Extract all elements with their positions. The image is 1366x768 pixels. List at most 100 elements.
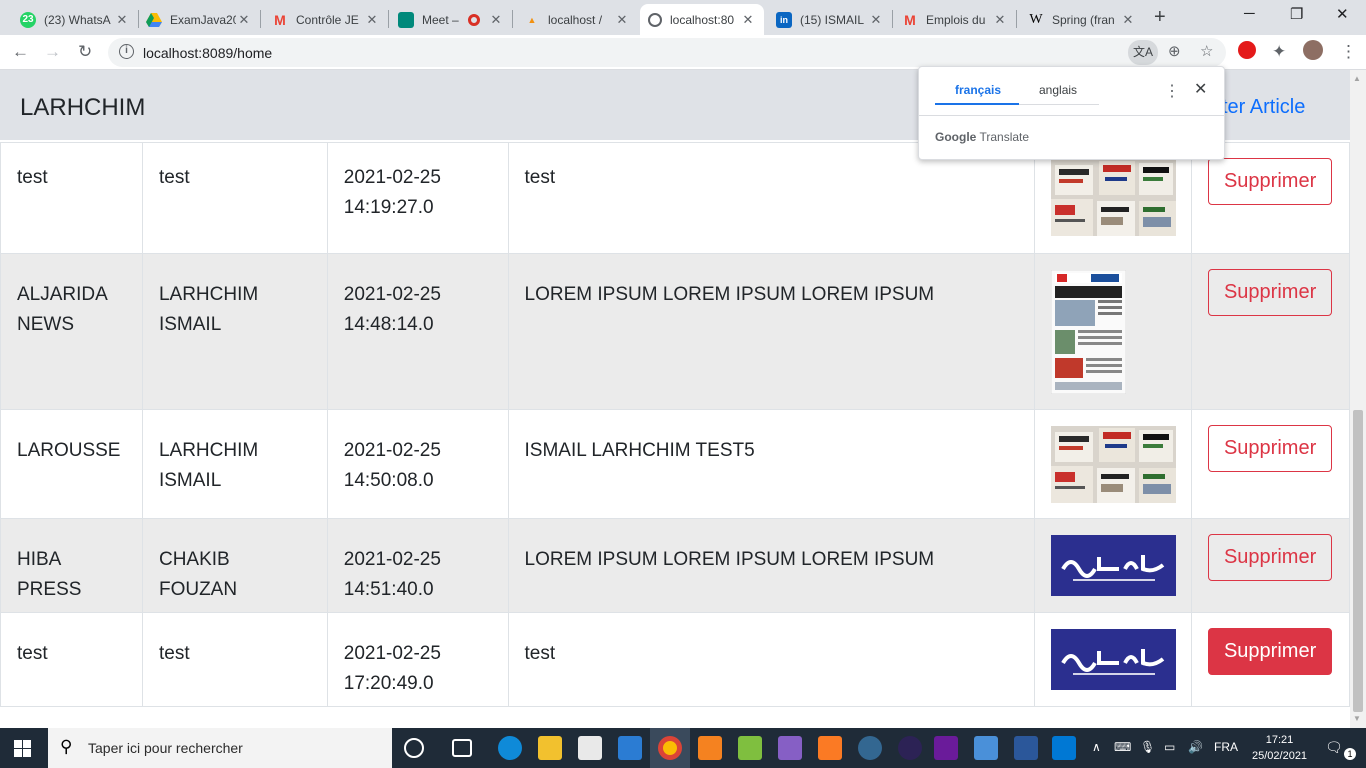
xampp-icon[interactable] (818, 736, 842, 760)
clock[interactable]: 17:21 25/02/2021 (1252, 732, 1307, 764)
reload-icon[interactable]: ↻ (78, 42, 92, 62)
action-cell: Supprimer (1190, 253, 1350, 410)
gmail-icon: M (274, 11, 286, 28)
maximize-icon[interactable]: ❐ (1290, 5, 1303, 23)
close-tab-icon[interactable]: ✕ (614, 12, 630, 28)
language-indicator[interactable]: FRA (1214, 740, 1238, 754)
visual-studio-icon[interactable] (778, 736, 802, 760)
taskbar-search[interactable]: ⚲ Taper ici pour rechercher (48, 728, 392, 768)
zoom-icon[interactable]: ⊕ (1168, 42, 1181, 60)
add-article-link[interactable]: ter Article (1222, 96, 1305, 119)
newspapers-photo (1050, 426, 1176, 503)
close-tab-icon[interactable]: ✕ (740, 12, 756, 28)
browser-tab-strip: 23 (23) WhatsA ✕ ExamJava20 ✕ M Contrôle… (0, 0, 1366, 35)
edge-icon[interactable] (498, 736, 522, 760)
mail-icon[interactable] (618, 736, 642, 760)
address-bar[interactable]: i localhost:8089/home 文A ⊕ ☆ (108, 38, 1226, 67)
close-icon[interactable]: ✕ (1194, 79, 1207, 99)
browser-tab[interactable]: 23 (23) WhatsA ✕ (12, 4, 138, 35)
translate-text: Translate (979, 130, 1030, 144)
windows-start-icon[interactable] (14, 740, 31, 757)
store-icon[interactable] (578, 736, 602, 760)
delete-button[interactable]: Supprimer (1207, 534, 1333, 581)
browser-tab[interactable]: M Contrôle JE ✕ (264, 4, 388, 35)
volume-icon[interactable]: 🔊 (1188, 740, 1203, 754)
close-tab-icon[interactable]: ✕ (1120, 12, 1136, 28)
table-row: ALJARIDA NEWS LARHCHIM ISMAIL 2021-02-25… (0, 253, 1350, 410)
browser-tab[interactable]: M Emplois du ✕ (894, 4, 1016, 35)
word-icon[interactable] (1014, 736, 1038, 760)
time-text: 17:20:49.0 (343, 673, 434, 694)
tab-title: ExamJava20 (170, 12, 236, 27)
more-options-icon[interactable]: ⋮ (1164, 81, 1180, 101)
sublime-text-icon[interactable] (698, 736, 722, 760)
globe-icon (648, 12, 662, 27)
chrome-icon[interactable] (658, 736, 682, 760)
file-explorer-icon[interactable] (538, 736, 562, 760)
translate-icon[interactable]: 文A (1128, 40, 1158, 65)
lang-target-tab[interactable]: anglais (1039, 83, 1077, 97)
date-text: 2021-02-25 (343, 167, 441, 188)
cortana-icon[interactable] (404, 738, 424, 758)
close-window-icon[interactable]: ✕ (1336, 5, 1349, 23)
scroll-up-icon[interactable]: ▲ (1353, 74, 1361, 83)
eclipse-icon[interactable] (898, 736, 922, 760)
back-icon[interactable]: ← (12, 42, 29, 62)
delete-button[interactable]: Supprimer (1207, 425, 1333, 472)
avatar[interactable] (1303, 40, 1323, 60)
delete-button[interactable]: Supprimer (1207, 628, 1333, 675)
divider (919, 115, 1224, 116)
browser-tab[interactable]: ExamJava20 ✕ (138, 4, 260, 35)
page-scrollbar[interactable]: ▲ ▼ (1350, 70, 1366, 728)
tab-title: localhost / (548, 12, 603, 27)
extensions-icon[interactable]: ✦ (1272, 42, 1286, 62)
notepad-plus-icon[interactable] (738, 736, 762, 760)
url-text[interactable]: localhost:8089/home (143, 45, 272, 61)
browser-tab-active[interactable]: localhost:80 ✕ (640, 4, 764, 35)
new-tab-button[interactable]: + (1154, 6, 1166, 29)
delete-button[interactable]: Supprimer (1207, 269, 1333, 316)
lang-source-tab[interactable]: français (955, 83, 1001, 97)
notification-badge: 1 (1344, 748, 1356, 760)
network-icon[interactable]: ▭ (1164, 740, 1175, 754)
task-view-icon[interactable] (452, 739, 472, 757)
microphone-icon[interactable]: 🎙 (1140, 740, 1155, 754)
site-info-icon[interactable]: i (119, 44, 134, 59)
photos-icon[interactable] (974, 736, 998, 760)
browser-tab[interactable]: ▲ localhost / ✕ (516, 4, 638, 35)
close-tab-icon[interactable]: ✕ (488, 12, 504, 28)
date-text: 2021-02-25 (343, 643, 441, 664)
date-text: 2021-02-25 (343, 440, 441, 461)
tab-title: Contrôle JE (296, 12, 359, 27)
gmail-icon: M (904, 11, 916, 28)
time-text: 14:48:14.0 (343, 314, 434, 335)
close-tab-icon[interactable]: ✕ (114, 12, 130, 28)
navbar-brand[interactable]: LARHCHIM (20, 94, 145, 122)
browser-tab[interactable]: Meet – ✕ (390, 4, 512, 35)
postgresql-icon[interactable] (858, 736, 882, 760)
phpmyadmin-icon: ▲ (527, 14, 537, 25)
browser-tab[interactable]: W Spring (fran ✕ (1020, 4, 1144, 35)
scroll-thumb[interactable] (1353, 410, 1363, 712)
eclipse-jee-icon[interactable] (934, 736, 958, 760)
close-tab-icon[interactable]: ✕ (364, 12, 380, 28)
hespress-logo (1050, 629, 1176, 690)
delete-button[interactable]: Supprimer (1207, 158, 1333, 205)
minimize-icon[interactable]: ─ (1244, 5, 1255, 22)
keyboard-icon[interactable]: ⌨ (1114, 740, 1131, 754)
browser-tab[interactable]: in (15) ISMAIL ✕ (768, 4, 892, 35)
close-tab-icon[interactable]: ✕ (992, 12, 1008, 28)
bookmark-star-icon[interactable]: ☆ (1200, 42, 1213, 60)
notification-icon[interactable]: 🗨 (1325, 739, 1343, 756)
close-tab-icon[interactable]: ✕ (868, 12, 884, 28)
adblock-icon[interactable] (1238, 41, 1256, 59)
close-tab-icon[interactable]: ✕ (236, 12, 252, 28)
tray-chevron-icon[interactable]: ∧ (1092, 740, 1101, 754)
action-cell: Supprimer (1190, 518, 1350, 613)
image-cell (1033, 612, 1192, 707)
menu-icon[interactable]: ⋮ (1340, 42, 1357, 62)
tab-title: Meet – (422, 12, 459, 27)
vscode-icon[interactable] (1052, 736, 1076, 760)
forward-icon[interactable]: → (44, 42, 61, 62)
scroll-down-icon[interactable]: ▼ (1353, 714, 1361, 723)
